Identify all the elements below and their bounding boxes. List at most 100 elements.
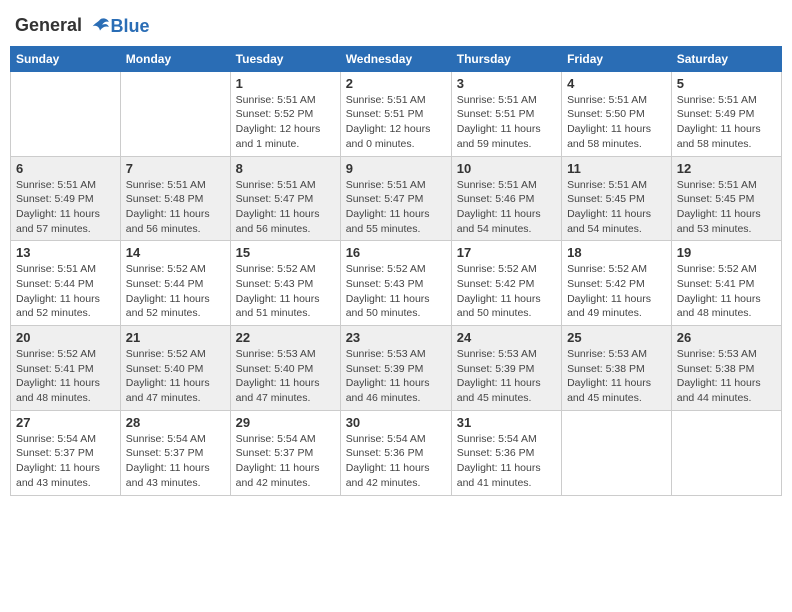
calendar-day-25: 25Sunrise: 5:53 AM Sunset: 5:38 PM Dayli… — [562, 326, 672, 411]
day-info: Sunrise: 5:52 AM Sunset: 5:41 PM Dayligh… — [677, 262, 776, 321]
calendar-day-23: 23 Sunrise: 5:53 AM Sunset: 5:39 PM Dayli… — [340, 326, 451, 411]
calendar-day-8: 8 Sunrise: 5:51 AM Sunset: 5:47 PM Daylig… — [230, 156, 340, 241]
day-number: 9 — [346, 161, 446, 176]
logo: General Blue — [15, 15, 150, 38]
day-number: 28 — [126, 415, 225, 430]
calendar-day-14: 14 Sunrise: 5:52 AM Sunset: 5:44 PM Dayli… — [120, 241, 230, 326]
day-number: 19 — [677, 245, 776, 260]
calendar-day-21: 21 Sunrise: 5:52 AM Sunset: 5:40 PM Dayli… — [120, 326, 230, 411]
day-info: Sunrise: 5:54 AM Sunset: 5:37 PM Dayligh… — [236, 432, 335, 491]
empty-cell — [671, 410, 781, 495]
day-info: Sunrise: 5:51 AM Sunset: 5:47 PM Dayligh… — [236, 178, 335, 237]
calendar-day-24: 24Sunrise: 5:53 AM Sunset: 5:39 PM Dayli… — [451, 326, 561, 411]
day-number: 8 — [236, 161, 335, 176]
day-number: 20 — [16, 330, 115, 345]
day-info: Sunrise: 5:53 AM Sunset: 5:40 PM Dayligh… — [236, 347, 335, 406]
day-number: 1 — [236, 76, 335, 91]
day-info: Sunrise: 5:51 AM Sunset: 5:45 PM Dayligh… — [567, 178, 666, 237]
day-info: Sunrise: 5:51 AM Sunset: 5:47 PM Dayligh… — [346, 178, 446, 237]
day-info: Sunrise: 5:52 AM Sunset: 5:42 PM Dayligh… — [567, 262, 666, 321]
day-info: Sunrise: 5:54 AM Sunset: 5:36 PM Dayligh… — [457, 432, 556, 491]
day-number: 25 — [567, 330, 666, 345]
calendar-day-15: 15 Sunrise: 5:52 AM Sunset: 5:43 PM Dayli… — [230, 241, 340, 326]
empty-cell — [11, 71, 121, 156]
day-number: 17 — [457, 245, 556, 260]
calendar-day-1: 1 Sunrise: 5:51 AM Sunset: 5:52 PM Daylig… — [230, 71, 340, 156]
calendar-day-4: 4Sunrise: 5:51 AM Sunset: 5:50 PM Daylig… — [562, 71, 672, 156]
day-number: 24 — [457, 330, 556, 345]
calendar-day-13: 13Sunrise: 5:51 AM Sunset: 5:44 PM Dayli… — [11, 241, 121, 326]
day-info: Sunrise: 5:54 AM Sunset: 5:37 PM Dayligh… — [126, 432, 225, 491]
day-number: 18 — [567, 245, 666, 260]
day-info: Sunrise: 5:52 AM Sunset: 5:43 PM Dayligh… — [236, 262, 335, 321]
calendar-day-29: 29 Sunrise: 5:54 AM Sunset: 5:37 PM Dayli… — [230, 410, 340, 495]
day-info: Sunrise: 5:52 AM Sunset: 5:41 PM Dayligh… — [16, 347, 115, 406]
empty-cell — [120, 71, 230, 156]
calendar-day-3: 3Sunrise: 5:51 AM Sunset: 5:51 PM Daylig… — [451, 71, 561, 156]
day-number: 3 — [457, 76, 556, 91]
calendar-week-5: 27 Sunrise: 5:54 AM Sunset: 5:37 PM Dayli… — [11, 410, 782, 495]
day-info: Sunrise: 5:51 AM Sunset: 5:50 PM Dayligh… — [567, 93, 666, 152]
day-info: Sunrise: 5:54 AM Sunset: 5:36 PM Dayligh… — [346, 432, 446, 491]
day-number: 5 — [677, 76, 776, 91]
calendar-day-16: 16Sunrise: 5:52 AM Sunset: 5:43 PM Dayli… — [340, 241, 451, 326]
calendar-week-4: 20 Sunrise: 5:52 AM Sunset: 5:41 PM Dayli… — [11, 326, 782, 411]
day-number: 22 — [236, 330, 335, 345]
day-info: Sunrise: 5:53 AM Sunset: 5:39 PM Dayligh… — [346, 347, 446, 406]
calendar-day-30: 30 Sunrise: 5:54 AM Sunset: 5:36 PM Dayli… — [340, 410, 451, 495]
day-info: Sunrise: 5:51 AM Sunset: 5:51 PM Dayligh… — [346, 93, 446, 152]
header-tuesday: Tuesday — [230, 46, 340, 71]
logo-bird-icon — [89, 16, 111, 38]
calendar-table: SundayMondayTuesdayWednesdayThursdayFrid… — [10, 46, 782, 496]
day-info: Sunrise: 5:51 AM Sunset: 5:46 PM Dayligh… — [457, 178, 556, 237]
header-wednesday: Wednesday — [340, 46, 451, 71]
page-header: General Blue — [10, 10, 782, 38]
day-info: Sunrise: 5:54 AM Sunset: 5:37 PM Dayligh… — [16, 432, 115, 491]
calendar-week-3: 13Sunrise: 5:51 AM Sunset: 5:44 PM Dayli… — [11, 241, 782, 326]
day-number: 29 — [236, 415, 335, 430]
day-number: 15 — [236, 245, 335, 260]
calendar-day-26: 26 Sunrise: 5:53 AM Sunset: 5:38 PM Dayli… — [671, 326, 781, 411]
day-number: 27 — [16, 415, 115, 430]
calendar-day-18: 18 Sunrise: 5:52 AM Sunset: 5:42 PM Dayli… — [562, 241, 672, 326]
calendar-day-9: 9 Sunrise: 5:51 AM Sunset: 5:47 PM Daylig… — [340, 156, 451, 241]
calendar-header-row: SundayMondayTuesdayWednesdayThursdayFrid… — [11, 46, 782, 71]
calendar-day-22: 22 Sunrise: 5:53 AM Sunset: 5:40 PM Dayli… — [230, 326, 340, 411]
calendar-day-27: 27 Sunrise: 5:54 AM Sunset: 5:37 PM Dayli… — [11, 410, 121, 495]
header-saturday: Saturday — [671, 46, 781, 71]
empty-cell — [562, 410, 672, 495]
day-number: 30 — [346, 415, 446, 430]
header-thursday: Thursday — [451, 46, 561, 71]
calendar-day-28: 28 Sunrise: 5:54 AM Sunset: 5:37 PM Dayli… — [120, 410, 230, 495]
day-number: 26 — [677, 330, 776, 345]
day-info: Sunrise: 5:52 AM Sunset: 5:44 PM Dayligh… — [126, 262, 225, 321]
logo-general: General — [15, 15, 82, 35]
header-sunday: Sunday — [11, 46, 121, 71]
day-info: Sunrise: 5:51 AM Sunset: 5:49 PM Dayligh… — [677, 93, 776, 152]
day-number: 2 — [346, 76, 446, 91]
day-number: 23 — [346, 330, 446, 345]
day-info: Sunrise: 5:51 AM Sunset: 5:48 PM Dayligh… — [126, 178, 225, 237]
calendar-day-12: 12 Sunrise: 5:51 AM Sunset: 5:45 PM Dayli… — [671, 156, 781, 241]
calendar-week-2: 6Sunrise: 5:51 AM Sunset: 5:49 PM Daylig… — [11, 156, 782, 241]
day-info: Sunrise: 5:51 AM Sunset: 5:52 PM Dayligh… — [236, 93, 335, 152]
day-number: 6 — [16, 161, 115, 176]
calendar-day-17: 17 Sunrise: 5:52 AM Sunset: 5:42 PM Dayli… — [451, 241, 561, 326]
day-info: Sunrise: 5:52 AM Sunset: 5:42 PM Dayligh… — [457, 262, 556, 321]
calendar-day-20: 20 Sunrise: 5:52 AM Sunset: 5:41 PM Dayli… — [11, 326, 121, 411]
calendar-day-7: 7 Sunrise: 5:51 AM Sunset: 5:48 PM Daylig… — [120, 156, 230, 241]
day-number: 13 — [16, 245, 115, 260]
day-number: 14 — [126, 245, 225, 260]
day-info: Sunrise: 5:53 AM Sunset: 5:38 PM Dayligh… — [677, 347, 776, 406]
day-info: Sunrise: 5:51 AM Sunset: 5:45 PM Dayligh… — [677, 178, 776, 237]
day-number: 11 — [567, 161, 666, 176]
day-number: 7 — [126, 161, 225, 176]
calendar-day-11: 11 Sunrise: 5:51 AM Sunset: 5:45 PM Dayli… — [562, 156, 672, 241]
day-info: Sunrise: 5:52 AM Sunset: 5:40 PM Dayligh… — [126, 347, 225, 406]
day-number: 12 — [677, 161, 776, 176]
header-monday: Monday — [120, 46, 230, 71]
calendar-day-5: 5 Sunrise: 5:51 AM Sunset: 5:49 PM Daylig… — [671, 71, 781, 156]
day-number: 16 — [346, 245, 446, 260]
day-number: 21 — [126, 330, 225, 345]
calendar-week-1: 1 Sunrise: 5:51 AM Sunset: 5:52 PM Daylig… — [11, 71, 782, 156]
